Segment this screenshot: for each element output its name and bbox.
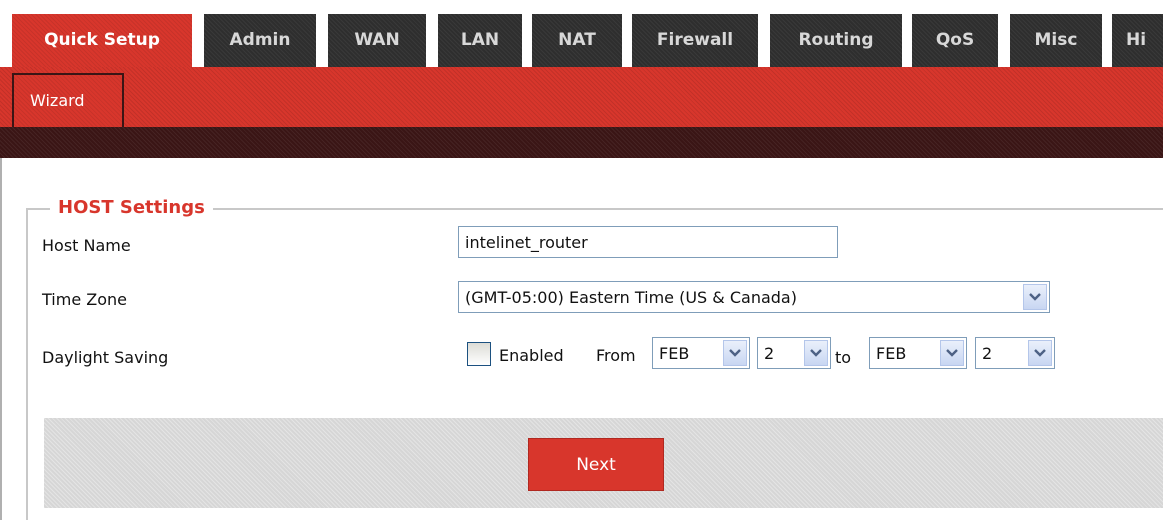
chevron-down-icon: [804, 340, 828, 366]
tab-quick-setup[interactable]: Quick Setup: [12, 14, 192, 72]
tab-label: Hi: [1126, 30, 1147, 50]
from-month-select[interactable]: FEB: [652, 337, 750, 369]
to-month-value: FEB: [876, 343, 907, 363]
chevron-down-icon: [1023, 284, 1047, 310]
tab-qos[interactable]: QoS: [912, 14, 998, 67]
daylight-saving-label: Daylight Saving: [42, 348, 169, 367]
enabled-label: Enabled: [499, 346, 564, 365]
tab-hi[interactable]: Hi: [1112, 14, 1163, 67]
header-divider-strip: [0, 127, 1163, 158]
top-nav-bar: Quick Setup Admin WAN LAN NAT Firewall R…: [0, 0, 1163, 72]
tab-label: WAN: [354, 30, 400, 50]
tab-firewall[interactable]: Firewall: [632, 14, 758, 67]
time-zone-select[interactable]: (GMT-05:00) Eastern Time (US & Canada): [458, 281, 1050, 313]
enabled-checkbox[interactable]: [467, 342, 491, 366]
time-zone-value: (GMT-05:00) Eastern Time (US & Canada): [465, 287, 797, 307]
tab-nat[interactable]: NAT: [532, 14, 622, 67]
tab-admin[interactable]: Admin: [204, 14, 316, 67]
subtab-label: Wizard: [30, 91, 85, 110]
tab-label: QoS: [935, 30, 975, 50]
tab-label: Firewall: [656, 30, 734, 50]
to-day-select[interactable]: 2: [975, 337, 1055, 369]
subtab-wizard[interactable]: Wizard: [12, 73, 124, 129]
tab-lan[interactable]: LAN: [438, 14, 522, 67]
time-zone-label: Time Zone: [42, 290, 127, 309]
sub-nav-bar: Wizard: [0, 67, 1163, 129]
tab-routing[interactable]: Routing: [770, 14, 902, 67]
tab-label: Admin: [229, 30, 291, 50]
to-month-select[interactable]: FEB: [869, 337, 967, 369]
tab-label: LAN: [460, 30, 500, 50]
host-name-label: Host Name: [42, 236, 131, 255]
tab-wan[interactable]: WAN: [328, 14, 426, 67]
to-label: to: [835, 348, 852, 367]
tab-label: NAT: [558, 30, 596, 50]
chevron-down-icon: [940, 340, 964, 366]
section-title: HOST Settings: [50, 197, 213, 218]
from-day-select[interactable]: 2: [757, 337, 831, 369]
chevron-down-icon: [723, 340, 747, 366]
from-label: From: [596, 346, 636, 365]
host-name-input[interactable]: [458, 226, 838, 258]
tab-label: Routing: [798, 30, 874, 50]
tab-label: Misc: [1034, 30, 1078, 50]
tab-label: Quick Setup: [44, 30, 160, 50]
to-day-value: 2: [982, 343, 993, 363]
from-day-value: 2: [764, 343, 775, 363]
chevron-down-icon: [1028, 340, 1052, 366]
from-month-value: FEB: [659, 343, 690, 363]
next-button[interactable]: Next: [528, 438, 664, 491]
tab-misc[interactable]: Misc: [1010, 14, 1102, 67]
